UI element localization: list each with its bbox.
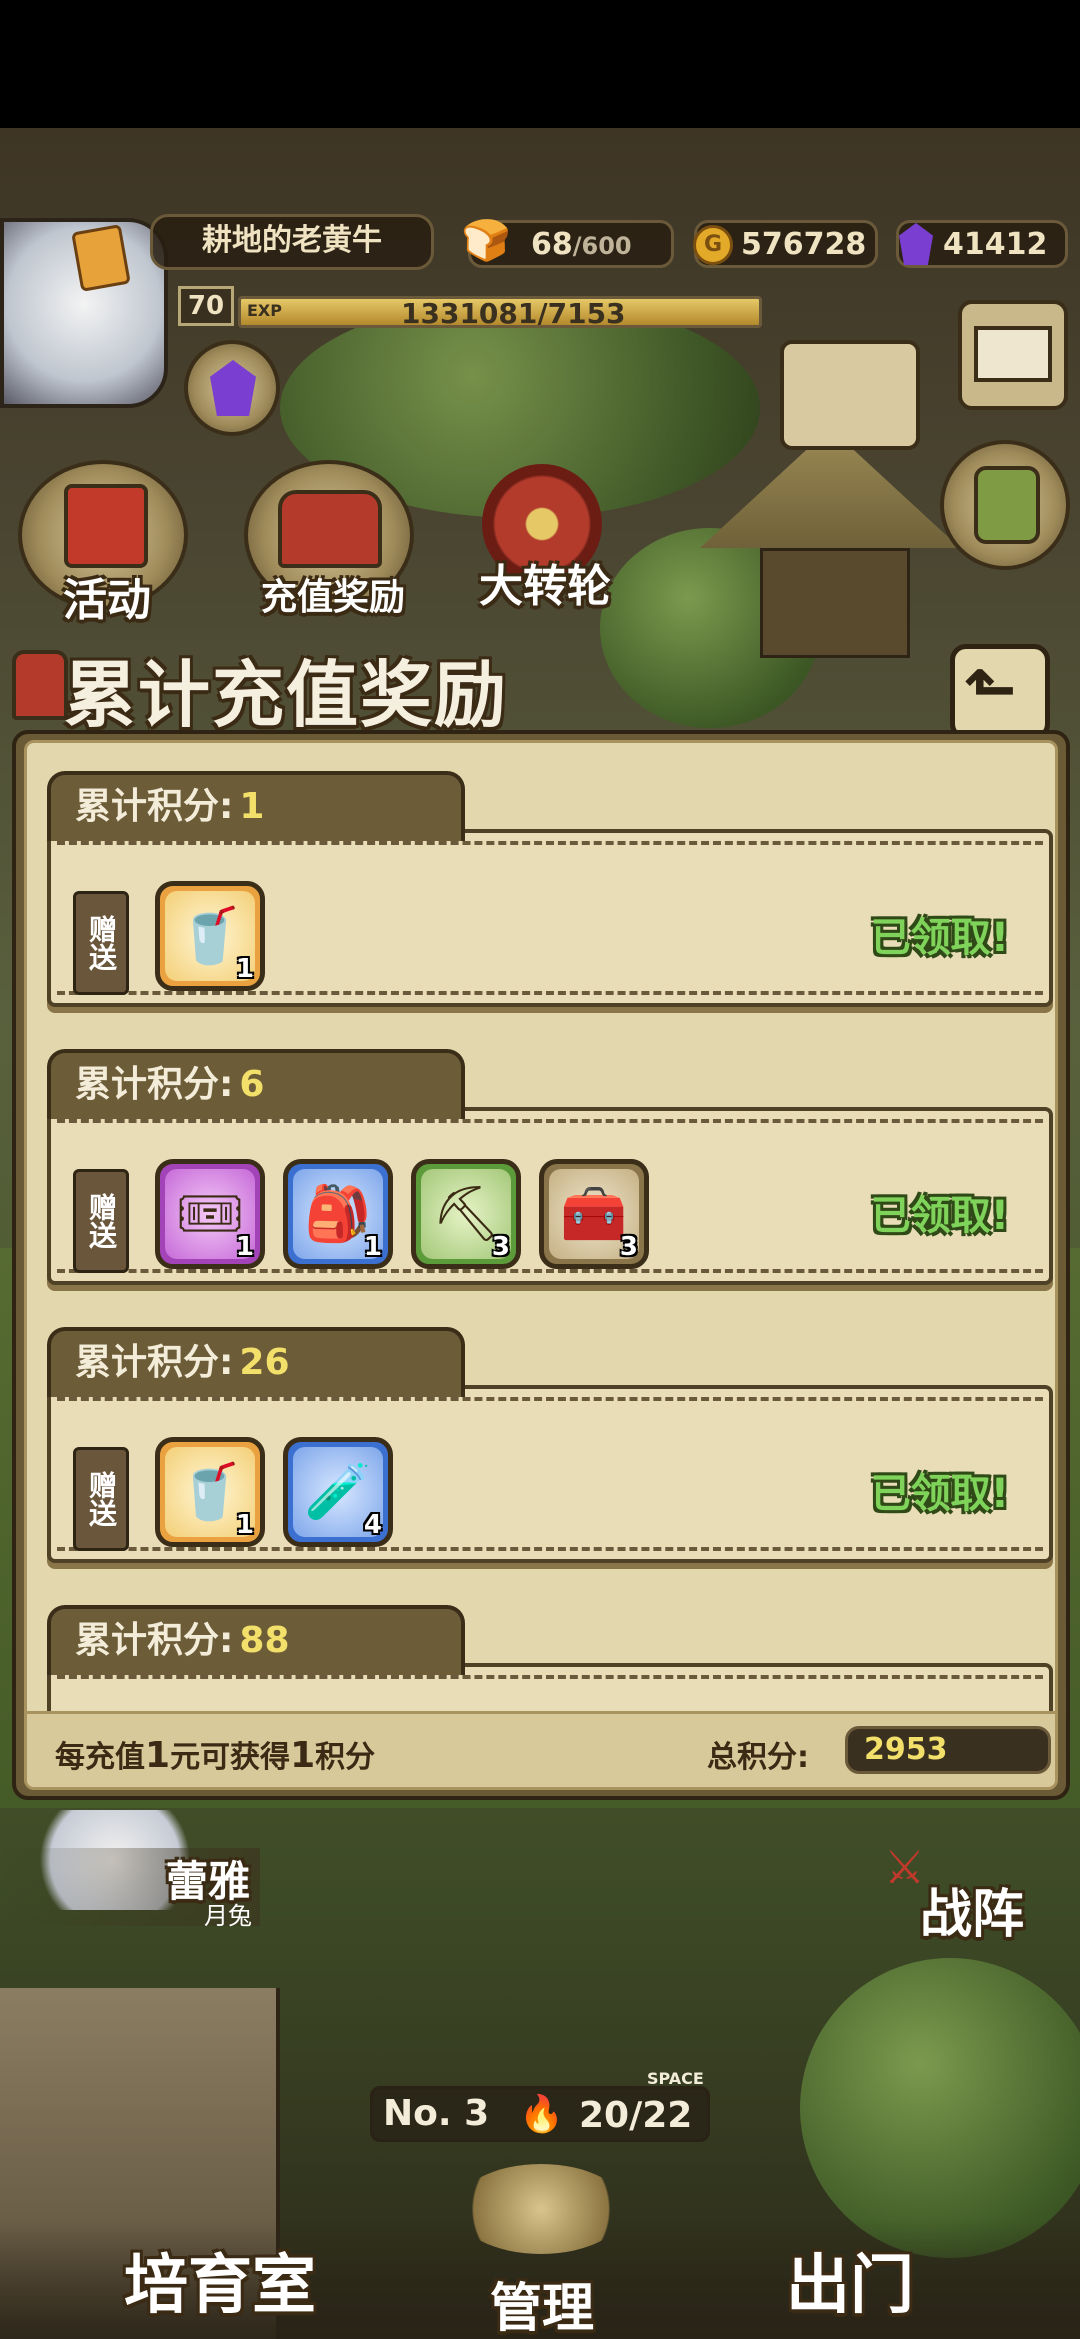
reward-item[interactable]: 🧪 4 [283,1437,393,1547]
tier-points: 1 [239,786,265,827]
reward-item[interactable]: 🥤 1 [155,1437,265,1547]
reward-item[interactable]: 🥤 1 [155,881,265,991]
gold-coin-icon: G [693,225,733,265]
reward-item[interactable]: 🎒 1 [283,1159,393,1269]
gold-display[interactable]: G 576728 [693,220,878,268]
tier-header: 累计积分: 26 [47,1327,465,1397]
envelope-icon [974,326,1052,382]
back-arrow-icon: ⬑ [963,653,1017,727]
nursery-button[interactable]: 培育室 [90,2234,350,2326]
claimed-status: 已领取! [870,1193,1009,1239]
formation-button[interactable]: ⚔ 战阵 [880,1820,1060,1950]
tier-label: 累计积分: [75,1064,234,1105]
gift-label: 赠送 [73,1447,129,1551]
gift-label: 赠送 [73,891,129,995]
manage-keys-icon [456,2164,626,2254]
treasure-chest-icon [278,490,382,568]
title-chest-icon [12,650,68,720]
tier-header: 累计积分: 6 [47,1049,465,1119]
recharge-reward-label: 充值奖励 [260,577,405,618]
tier-body: 赠送 🎟 1 🎒 1 ⛏ 3 🧰 3 已领取! [47,1107,1053,1285]
points-rule-note: 每充值1元可获得1积分 [55,1735,376,1776]
exp-label: EXP [247,301,282,320]
wheel-label: 大转轮 [479,561,611,612]
tier-body: 赠送 🥤 1 已领取! [47,829,1053,1007]
room-info-bar: No. 3 🔥 SPACE 20/22 [370,2069,710,2142]
formation-label: 战阵 [920,1885,1025,1945]
claimed-status: 已领取! [870,915,1009,961]
tier-body: 赠送 🥤 1 🧪 4 已领取! [47,1385,1053,1563]
quest-scroll-icon[interactable] [780,340,920,450]
tier-points: 88 [239,1620,290,1661]
tier-header: 累计积分: 1 [47,771,465,841]
tier-points: 26 [239,1342,290,1383]
gem-value: 41412 [943,227,1048,262]
item-count: 4 [363,1510,382,1540]
reward-item[interactable]: 🧰 3 [539,1159,649,1269]
item-count: 1 [235,1232,254,1262]
space-label: SPACE [647,2069,704,2088]
backpack-button[interactable] [940,440,1070,570]
stamina-max: /600 [572,232,632,260]
total-points-value: 2953 [845,1726,1051,1774]
bread-icon: 🍞 [461,218,511,264]
recharge-reward-button[interactable]: 充值奖励 [244,460,414,618]
exp-bar: EXP 1331081/7153 [238,296,762,328]
gem-plus-icon [210,360,256,416]
back-button[interactable]: ⬑ [950,644,1050,740]
gem-display[interactable]: 41412 [896,220,1068,268]
flame-icon: 🔥 [519,2094,564,2135]
reward-list[interactable]: 赠送 🥤 1 已领取! 累计积分: 1 赠送 🎟 1 🎒 1 ⛏ 3 🧰 3 已… [24,740,1058,1790]
character-subtitle: 月兔 [204,1902,252,1930]
item-count: 1 [235,954,254,984]
reward-item[interactable]: 🎟 1 [155,1159,265,1269]
add-gem-button[interactable] [184,340,280,436]
gift-label: 赠送 [73,1169,129,1273]
tier-header: 累计积分: 88 [47,1605,465,1675]
avatar-badge [71,224,131,292]
wheel-button[interactable]: 大转轮 [456,450,634,620]
room-number: No. 3 [383,2093,490,2134]
manage-button[interactable]: 管理 [462,2266,622,2339]
recharge-reward-panel: 赠送 🥤 1 已领取! 累计积分: 1 赠送 🎟 1 🎒 1 ⛏ 3 🧰 3 已… [12,730,1070,1800]
level-badge: 70 [178,286,234,326]
total-points-label: 总积分: [707,1740,809,1775]
mail-button[interactable] [958,300,1068,410]
character-name-plate: 蕾雅 月兔 [0,1848,260,1930]
item-count: 1 [235,1510,254,1540]
exp-text: 1331081/7153 [401,297,626,328]
go-out-button[interactable]: 出门 [740,2234,960,2326]
reward-tier: 赠送 🥤 1 🧪 4 已领取! 累计积分: 26 [47,1327,1053,1577]
item-count: 3 [491,1232,510,1262]
claimed-status: 已领取! [870,1471,1009,1517]
player-name: 耕地的老黄牛 [150,214,434,270]
space-capacity: 20/22 [579,2095,693,2136]
reward-tier: 赠送 🎟 1 🎒 1 ⛏ 3 🧰 3 已领取! 累计积分: 6 [47,1049,1053,1299]
activity-label: 活动 [63,575,151,626]
tier-label: 累计积分: [75,786,234,827]
item-count: 1 [363,1232,382,1262]
stamina-display[interactable]: 🍞 68/600 [461,218,674,268]
gold-value: 576728 [741,227,867,262]
activity-button[interactable]: 活动 [18,460,188,626]
panel-footer: 每充值1元可获得1积分 总积分: 2953 [27,1711,1055,1787]
tier-points: 6 [239,1064,265,1105]
backpack-icon [974,466,1040,544]
reward-item[interactable]: ⛏ 3 [411,1159,521,1269]
tier-label: 累计积分: [75,1620,234,1661]
item-count: 3 [619,1232,638,1262]
reward-tier: 赠送 🥤 1 已领取! 累计积分: 1 [47,771,1053,1021]
tier-label: 累计积分: [75,1342,234,1383]
gift-box-icon [64,484,148,568]
stamina-value: 68 [531,227,573,262]
purple-gem-icon [899,223,933,265]
page-title: 累计充值奖励 [64,653,509,737]
